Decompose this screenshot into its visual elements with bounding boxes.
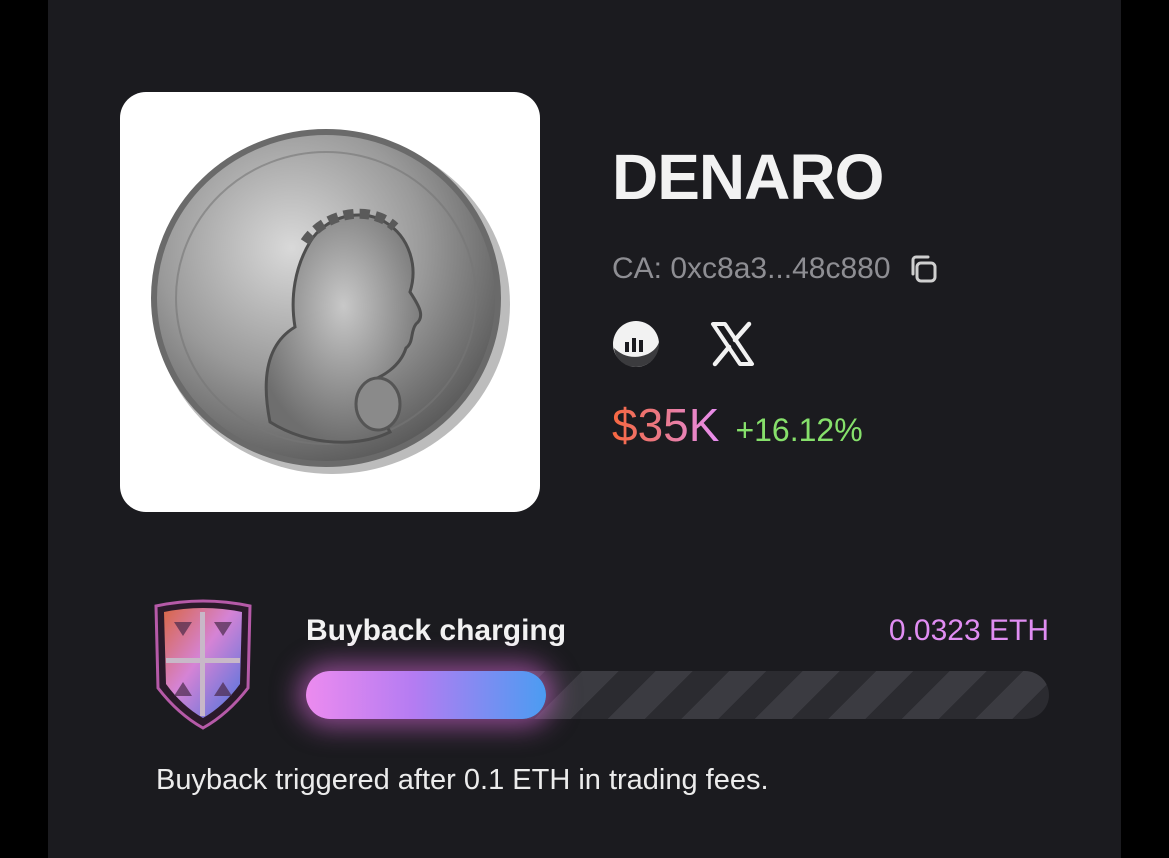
contract-address: CA: 0xc8a3...48c880: [612, 252, 891, 285]
price-row: $35K +16.12%: [612, 398, 863, 452]
x-icon[interactable]: [708, 320, 756, 368]
buyback-label: Buyback charging: [306, 614, 567, 647]
chart-icon[interactable]: [612, 320, 660, 368]
price-change: +16.12%: [735, 412, 863, 448]
buyback-amount: 0.0323 ETH: [888, 614, 1049, 647]
contract-address-row: CA: 0xc8a3...48c880: [612, 250, 941, 288]
copy-icon[interactable]: [905, 251, 941, 287]
token-panel: DENARO CA: 0xc8a3...48c880 $35K +16.12%: [48, 0, 1121, 858]
token-name: DENARO: [612, 141, 884, 213]
buyback-note: Buyback triggered after 0.1 ETH in tradi…: [156, 764, 769, 796]
shield-icon: [154, 599, 252, 730]
coin-illustration: [151, 129, 510, 474]
token-image: [120, 92, 540, 512]
buyback-progress-fill: [306, 671, 546, 719]
market-cap: $35K: [612, 399, 720, 451]
